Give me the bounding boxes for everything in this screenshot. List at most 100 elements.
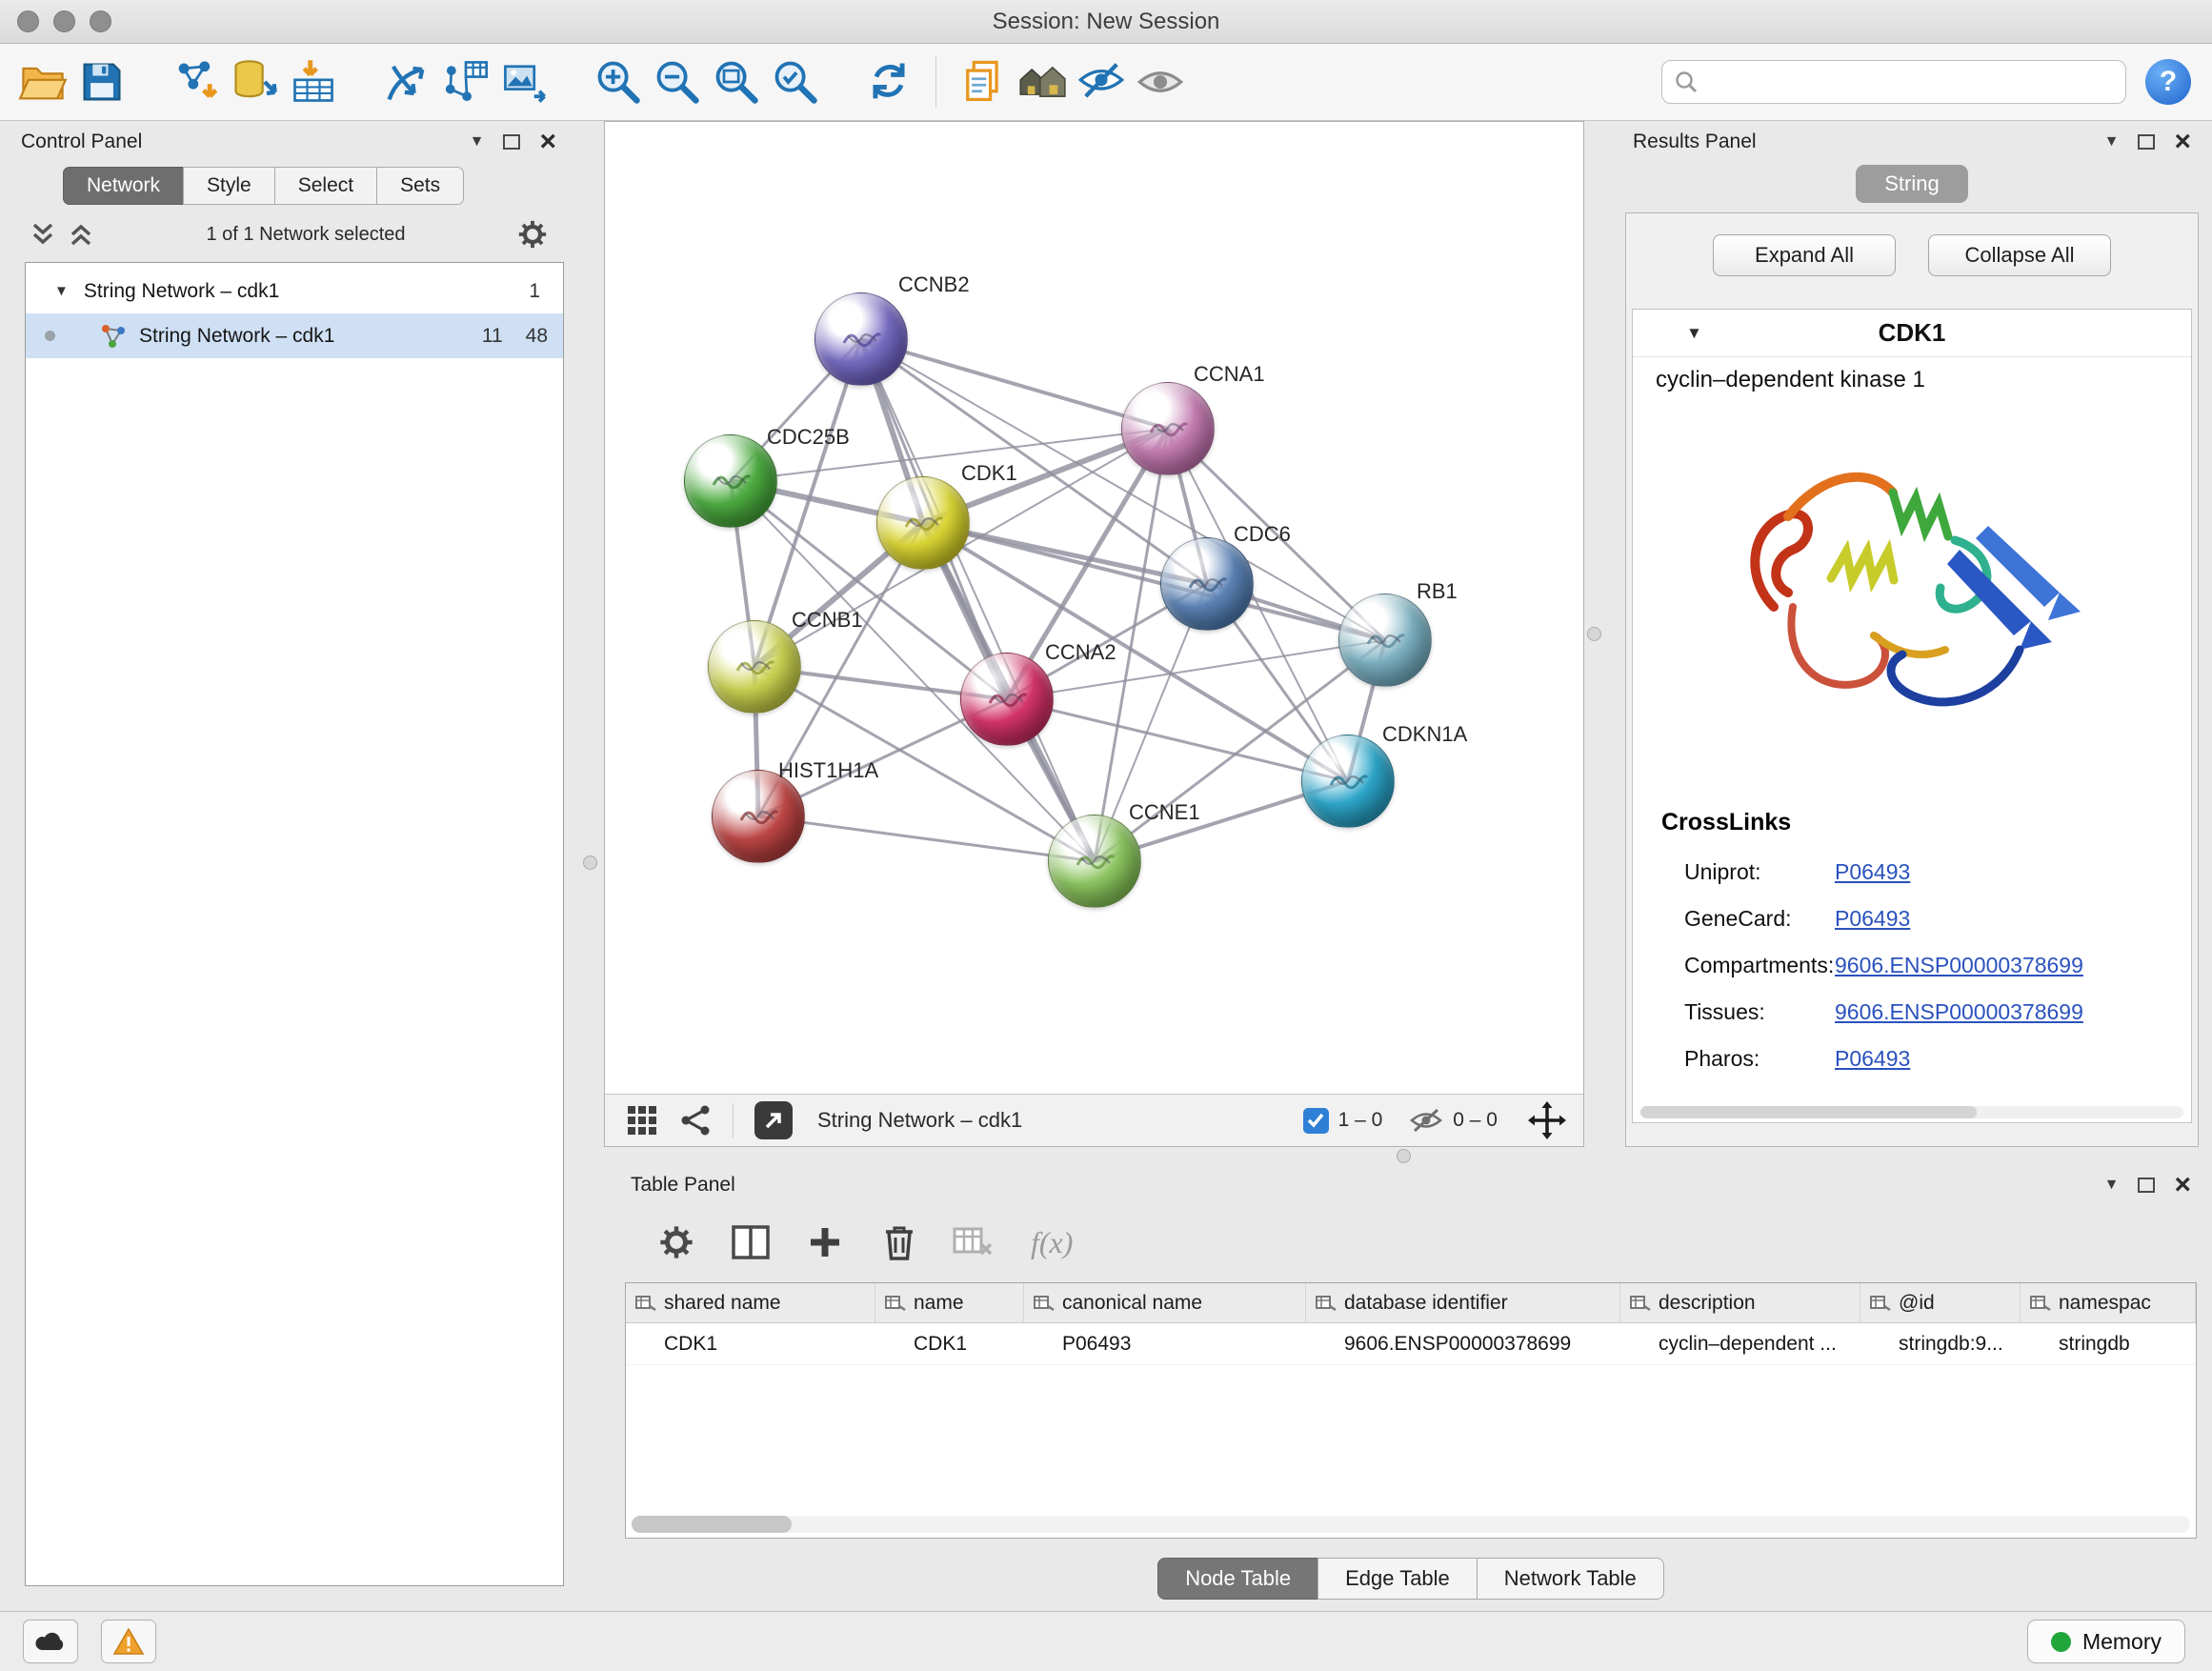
- tab-node-table[interactable]: Node Table: [1157, 1558, 1318, 1600]
- save-session-button[interactable]: [72, 52, 131, 111]
- import-network-file-button[interactable]: [166, 52, 225, 111]
- crosslink-link[interactable]: 9606.ENSP00000378699: [1835, 999, 2083, 1025]
- apply-layout-button[interactable]: [859, 52, 918, 111]
- cell-shared-name[interactable]: CDK1: [626, 1323, 875, 1364]
- cell-description[interactable]: cyclin–dependent ...: [1620, 1323, 1860, 1364]
- function-builder-button[interactable]: f(x): [1031, 1225, 1073, 1260]
- network-node-ccnb1[interactable]: [708, 620, 801, 714]
- collapse-panel-icon[interactable]: ▼: [470, 133, 485, 151]
- results-horizontal-scrollbar[interactable]: [1640, 1106, 2183, 1118]
- column-header-name[interactable]: name: [875, 1283, 1024, 1322]
- column-header-id[interactable]: @id: [1860, 1283, 2021, 1322]
- import-network-database-button[interactable]: [225, 52, 284, 111]
- warnings-button[interactable]: [101, 1620, 156, 1663]
- close-panel-icon[interactable]: ×: [2174, 1171, 2191, 1199]
- open-session-button[interactable]: [13, 52, 72, 111]
- zoom-fit-button[interactable]: [707, 52, 766, 111]
- network-node-ccna1[interactable]: [1121, 382, 1215, 475]
- collapse-panel-icon[interactable]: ▼: [2104, 133, 2120, 151]
- right-splitter-handle[interactable]: [1587, 627, 1601, 641]
- network-node-cdk1[interactable]: [876, 476, 970, 570]
- network-overview-icon[interactable]: [679, 1104, 712, 1137]
- cell-name[interactable]: CDK1: [875, 1323, 1024, 1364]
- float-panel-icon[interactable]: [2138, 1178, 2155, 1193]
- table-horizontal-scrollbar[interactable]: [632, 1516, 2190, 1533]
- cloud-status-button[interactable]: [23, 1620, 78, 1663]
- crosslink-link[interactable]: P06493: [1835, 1046, 1910, 1072]
- zoom-in-button[interactable]: [589, 52, 648, 111]
- float-panel-icon[interactable]: [2138, 134, 2155, 150]
- close-panel-icon[interactable]: ×: [2174, 128, 2191, 156]
- memory-button[interactable]: Memory: [2027, 1620, 2185, 1663]
- pan-crosshair-icon[interactable]: [1528, 1101, 1566, 1139]
- network-node-cdkn1a[interactable]: [1301, 735, 1395, 828]
- zoom-out-button[interactable]: [648, 52, 707, 111]
- table-row[interactable]: CDK1 CDK1 P06493 9606.ENSP00000378699 cy…: [626, 1323, 2196, 1365]
- expand-all-button[interactable]: Expand All: [1713, 234, 1896, 276]
- left-splitter-handle[interactable]: [583, 856, 597, 870]
- tab-network-table[interactable]: Network Table: [1477, 1558, 1664, 1600]
- column-header-database-identifier[interactable]: database identifier: [1306, 1283, 1620, 1322]
- network-node-ccna2[interactable]: [960, 653, 1054, 746]
- new-network-from-selection-button[interactable]: [377, 52, 436, 111]
- home-view-button[interactable]: [1013, 52, 1072, 111]
- cell-canonical-name[interactable]: P06493: [1024, 1323, 1306, 1364]
- grid-view-icon[interactable]: [626, 1104, 658, 1137]
- horizontal-splitter-handle[interactable]: [1397, 1149, 1411, 1163]
- network-node-cdc6[interactable]: [1160, 537, 1254, 631]
- delete-column-button[interactable]: [873, 1216, 926, 1269]
- gear-icon[interactable]: [516, 218, 549, 251]
- crosslink-link[interactable]: P06493: [1835, 859, 1910, 885]
- network-node-ccnb2[interactable]: [814, 292, 908, 386]
- column-header-shared-name[interactable]: shared name: [626, 1283, 875, 1322]
- detach-view-button[interactable]: [754, 1101, 793, 1139]
- column-header-canonical-name[interactable]: canonical name: [1024, 1283, 1306, 1322]
- crosslink-link[interactable]: 9606.ENSP00000378699: [1835, 953, 2083, 978]
- collapse-panel-icon[interactable]: ▼: [2104, 1177, 2120, 1194]
- network-node-hist1h1a[interactable]: [712, 770, 805, 863]
- cell-id[interactable]: stringdb:9...: [1860, 1323, 2021, 1364]
- delete-table-button[interactable]: [947, 1216, 1000, 1269]
- search-input[interactable]: [1706, 70, 2114, 93]
- cell-database-identifier[interactable]: 9606.ENSP00000378699: [1306, 1323, 1620, 1364]
- cell-namespace[interactable]: stringdb: [2021, 1323, 2196, 1364]
- tab-select[interactable]: Select: [274, 167, 377, 205]
- expand-all-icon[interactable]: [67, 222, 95, 247]
- export-image-button[interactable]: [495, 52, 554, 111]
- disclosure-triangle-icon[interactable]: ▼: [1686, 324, 1702, 343]
- table-settings-button[interactable]: [650, 1216, 703, 1269]
- tab-string[interactable]: String: [1856, 165, 1968, 203]
- show-hidden-button[interactable]: [1131, 52, 1190, 111]
- tree-root-row[interactable]: ▼ String Network – cdk1 1: [26, 269, 563, 313]
- network-view[interactable]: CCNB2CCNA1CDC25BCDK1CDC6RB1CCNB1CCNA2CDK…: [604, 121, 1584, 1147]
- new-network-with-table-button[interactable]: [436, 52, 495, 111]
- tab-edge-table[interactable]: Edge Table: [1317, 1558, 1478, 1600]
- tab-network[interactable]: Network: [63, 167, 184, 205]
- tab-sets[interactable]: Sets: [376, 167, 464, 205]
- network-node-ccne1[interactable]: [1048, 815, 1141, 908]
- select-columns-button[interactable]: [724, 1216, 777, 1269]
- scrollbar-thumb[interactable]: [632, 1516, 792, 1533]
- tab-style[interactable]: Style: [183, 167, 275, 205]
- selected-checkbox-icon[interactable]: [1303, 1108, 1329, 1134]
- column-header-description[interactable]: description: [1620, 1283, 1860, 1322]
- zoom-selected-button[interactable]: [766, 52, 825, 111]
- close-panel-icon[interactable]: ×: [539, 128, 556, 156]
- column-header-namespace[interactable]: namespac: [2021, 1283, 2196, 1322]
- crosslink-link[interactable]: P06493: [1835, 906, 1910, 932]
- import-table-button[interactable]: [284, 52, 343, 111]
- collapse-all-icon[interactable]: [29, 222, 57, 247]
- network-node-cdc25b[interactable]: [684, 434, 777, 528]
- float-panel-icon[interactable]: [503, 134, 520, 150]
- network-node-rb1[interactable]: [1338, 594, 1432, 687]
- tree-network-row[interactable]: String Network – cdk1 11 48: [26, 313, 563, 358]
- network-canvas[interactable]: CCNB2CCNA1CDC25BCDK1CDC6RB1CCNB1CCNA2CDK…: [605, 122, 1583, 1094]
- disclosure-triangle-icon[interactable]: ▼: [54, 283, 69, 299]
- crosslink-label: Pharos:: [1633, 1046, 1835, 1072]
- hide-selected-button[interactable]: [1072, 52, 1131, 111]
- copy-document-button[interactable]: [954, 52, 1013, 111]
- protein-card-header[interactable]: ▼ CDK1: [1633, 310, 2191, 357]
- help-button[interactable]: ?: [2145, 59, 2191, 105]
- collapse-all-button[interactable]: Collapse All: [1928, 234, 2111, 276]
- add-column-button[interactable]: [798, 1216, 852, 1269]
